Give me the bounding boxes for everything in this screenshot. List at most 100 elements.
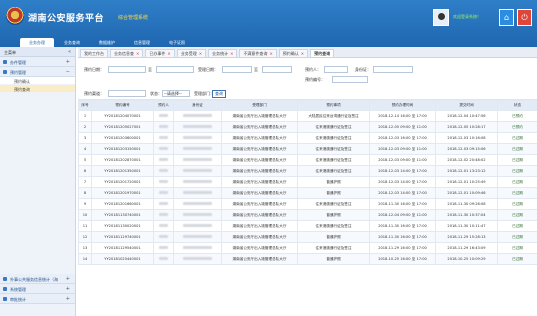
- menu-label: 办件管理: [10, 60, 26, 65]
- close-icon[interactable]: ×: [199, 51, 202, 56]
- table-cell: 往来港澳通行证及签注: [297, 242, 370, 254]
- table-row[interactable]: 10 YY20181130740001 湖南省公安厅出入境管理总队大厅 普通护照 201…: [78, 209, 537, 221]
- redacted-text: [159, 224, 168, 227]
- table-cell: 湖南省公安厅出入境管理总队大厅: [221, 143, 298, 155]
- expand-icon[interactable]: +: [66, 296, 70, 302]
- table-cell: 9: [78, 198, 92, 210]
- close-icon[interactable]: ×: [167, 51, 170, 56]
- nav-tab[interactable]: 信息管理: [125, 38, 159, 47]
- table-cell: 10: [78, 209, 92, 221]
- tab-done[interactable]: 已办事件 ×: [145, 49, 175, 57]
- table-cell: 2018-12-03 09:00 至 11:00: [369, 154, 436, 166]
- nav-tab[interactable]: 业务查询: [55, 38, 89, 47]
- table-cell: 12: [78, 231, 92, 243]
- table-cell: [173, 121, 222, 133]
- sidebar-menu-system[interactable]: 系统管理 +: [0, 284, 75, 294]
- table-cell: 6: [78, 165, 92, 177]
- applicant-input[interactable]: [324, 66, 348, 73]
- police-emblem-icon: [6, 7, 24, 25]
- table-row[interactable]: 12 YY20181129740001 湖南省公安厅出入境管理总队大厅 普通护照 201…: [78, 231, 537, 243]
- table-cell: [153, 143, 174, 155]
- sidebar-menu-stats[interactable]: 审批统计 +: [0, 294, 75, 304]
- table-row[interactable]: 11 YY20181130020001 湖南省公安厅出入境管理总队大厅 往来港澳通行证…: [78, 220, 537, 232]
- redacted-text: [159, 158, 168, 161]
- redacted-text: [159, 169, 168, 172]
- nav-tab[interactable]: 电子证照: [160, 38, 194, 47]
- table-cell: 2018-12-03 14:00 至 17:00: [369, 187, 436, 199]
- table-cell: 已过期: [497, 176, 537, 188]
- nav-tab[interactable]: 数据维护: [90, 38, 124, 47]
- table-row[interactable]: 4 YY20181203150001 湖南省公安厅出入境管理总队大厅 往来港澳通行证及…: [78, 143, 537, 155]
- table-cell: [153, 132, 174, 144]
- tab-confirm[interactable]: 预约确认 ×: [278, 49, 309, 57]
- redacted-text: [159, 202, 168, 205]
- close-icon[interactable]: ×: [230, 51, 233, 56]
- tab-accept[interactable]: 业务受理 ×: [176, 49, 207, 57]
- table-cell: 2018-12-14 16:00 至 17:00: [369, 110, 436, 122]
- table-row[interactable]: 14 YY20181025440001 湖南省公安厅出入境管理总队大厅 普通护照 201…: [78, 253, 537, 265]
- sidebar-menu-foreign[interactable]: 外事公共服务信息统计（海 +: [0, 274, 75, 284]
- accept-date-from-input[interactable]: [222, 66, 252, 73]
- menu-label: 预约管理: [10, 70, 26, 75]
- tab-label: 已办事件: [149, 51, 166, 56]
- table-cell: [173, 231, 222, 243]
- table-cell: YY20181129740001: [91, 231, 154, 243]
- tab-workbench[interactable]: 我的工作台: [80, 49, 108, 57]
- collapse-menu-icon[interactable]: −: [66, 69, 70, 75]
- date-from-input[interactable]: [108, 66, 146, 73]
- close-icon[interactable]: ×: [301, 51, 304, 56]
- table-cell: [153, 165, 174, 177]
- tab-unsatisfied[interactable]: 不满意件查询 ×: [239, 49, 277, 57]
- redacted-text: [183, 224, 212, 227]
- table-cell: [153, 242, 174, 254]
- sidebar-item-confirm[interactable]: 预约确认: [0, 77, 75, 85]
- sidebar-item-query[interactable]: 预约查询: [0, 85, 75, 93]
- expand-icon[interactable]: +: [66, 286, 70, 292]
- table-cell: 2018-11-29 15:28:13: [435, 231, 498, 243]
- table-row[interactable]: 8 YY20181201970001 湖南省公安厅出入境管理总队大厅 普通护照 2018…: [78, 187, 537, 199]
- expand-icon[interactable]: +: [66, 59, 70, 65]
- table-cell: YY20181204070001: [91, 110, 154, 122]
- table-cell: 已过期: [497, 253, 537, 265]
- redacted-text: [183, 136, 212, 139]
- channel-input[interactable]: [108, 90, 146, 97]
- logout-button[interactable]: ⏻: [517, 9, 532, 26]
- table-cell: 2018-11-30 10:37:04: [435, 209, 498, 221]
- table-row[interactable]: 3 YY20181203600001 湖南省公安厅出入境管理总队大厅 往来港澳通行证及…: [78, 132, 537, 144]
- close-icon[interactable]: ×: [269, 51, 272, 56]
- status-select[interactable]: --请选择--: [162, 90, 190, 97]
- table-row[interactable]: 13 YY20181129540001 湖南省公安厅出入境管理总队大厅 往来港澳通行证…: [78, 242, 537, 254]
- redacted-text: [159, 213, 168, 216]
- main-panel: 我的工作台 业务信息查 × 已办事件 × 业务受理 × 业务统计 × 不满意件查询 × 预…: [78, 47, 537, 316]
- filter-label: 状态：: [150, 91, 162, 96]
- tab-query[interactable]: 预约查询: [310, 49, 335, 57]
- tab-business-info[interactable]: 业务信息查 ×: [110, 49, 144, 57]
- table-row[interactable]: 6 YY20181201350001 湖南省公安厅出入境管理总队大厅 往来港澳通行证及…: [78, 165, 537, 177]
- table-row[interactable]: 9 YY20181201660001 湖南省公安厅出入境管理总队大厅 往来港澳通行证及…: [78, 198, 537, 210]
- table-cell: 已过期: [497, 242, 537, 254]
- sidebar-menu-appointment[interactable]: 预约管理 −: [0, 67, 75, 77]
- tab-stats[interactable]: 业务统计 ×: [208, 49, 238, 57]
- date-to-input[interactable]: [156, 66, 194, 73]
- id-card-input[interactable]: [373, 66, 413, 73]
- table-cell: 2018-11-30 10:11:47: [435, 220, 498, 232]
- query-button[interactable]: 查询: [212, 90, 226, 98]
- accept-date-to-input[interactable]: [262, 66, 292, 73]
- redacted-text: [183, 213, 212, 216]
- table-row[interactable]: 7 YY20181201720001 湖南省公安厅出入境管理总队大厅 普通护照 2018…: [78, 176, 537, 188]
- user-avatar[interactable]: [433, 9, 449, 26]
- nav-tab[interactable]: 业务办理: [20, 38, 54, 47]
- expand-icon[interactable]: +: [66, 276, 70, 282]
- close-icon[interactable]: ×: [136, 51, 139, 56]
- table-row[interactable]: 1 YY20181204070001 湖南省公安厅出入境管理总队大厅 大陆居民往来台湾…: [78, 110, 537, 122]
- redacted-text: [159, 147, 168, 150]
- table-cell: [173, 132, 222, 144]
- table-cell: [173, 198, 222, 210]
- table-cell: 2018-10-25 10:09:29: [435, 253, 498, 265]
- sidebar-menu-case[interactable]: 办件管理 +: [0, 57, 75, 67]
- appointment-no-input[interactable]: [332, 76, 368, 83]
- home-button[interactable]: ⌂: [499, 9, 514, 26]
- table-row[interactable]: 2 YY20181205027001 湖南省公安厅出入境管理总队大厅 往来港澳通行证及…: [78, 121, 537, 133]
- collapse-icon[interactable]: «: [68, 49, 71, 55]
- table-row[interactable]: 5 YY20181202870001 湖南省公安厅出入境管理总队大厅 往来港澳通行证及…: [78, 154, 537, 166]
